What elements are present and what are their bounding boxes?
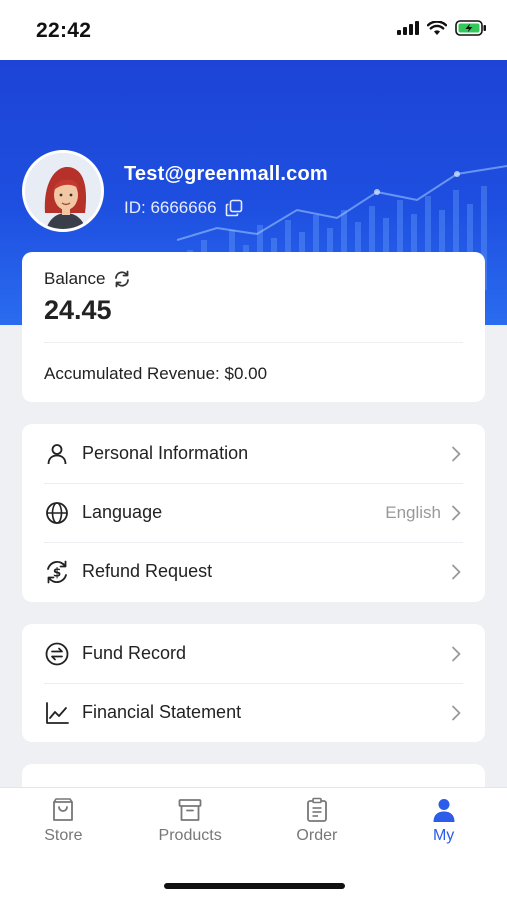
menu-label: Financial Statement [82, 702, 242, 722]
balance-value: 24.45 [44, 295, 112, 325]
menu-label: Fund Record [82, 643, 187, 663]
finance-menu: Fund Record Financial Statement [22, 624, 485, 742]
globe-icon [44, 500, 70, 526]
divider [44, 342, 463, 343]
exchange-icon [44, 641, 70, 667]
chevron-right-icon [449, 504, 463, 522]
accumulated-revenue: Accumulated Revenue: $0.00 [44, 364, 268, 383]
svg-text:$: $ [53, 565, 61, 579]
bottom-tab-bar: Store Products Order My [0, 787, 507, 853]
tab-my[interactable]: My [380, 788, 507, 853]
balance-label: Balance [44, 269, 106, 288]
menu-label: Personal Information [82, 443, 249, 463]
menu-item-financial-statement[interactable]: Financial Statement [22, 683, 485, 742]
wifi-icon [427, 20, 447, 35]
menu-label: Language [82, 502, 163, 522]
menu-item-personal-information[interactable]: Personal Information [22, 424, 485, 483]
refresh-icon[interactable] [113, 270, 131, 288]
balance-label-row: Balance [44, 269, 131, 289]
signal-icon [397, 21, 419, 35]
balance-card: Balance 24.45 Accumulated Revenue: $0.00 [22, 252, 485, 402]
menu-label: Refund Request [82, 561, 213, 581]
menu-item-language[interactable]: Language English [22, 483, 485, 542]
tab-label: Order [296, 827, 338, 844]
tab-label: My [432, 827, 455, 844]
chevron-right-icon [449, 704, 463, 722]
tab-products[interactable]: Products [127, 788, 254, 853]
home-indicator[interactable] [164, 883, 345, 889]
menu-item-refund-request[interactable]: $ Refund Request [22, 542, 485, 601]
person-icon [44, 441, 70, 467]
clipboard-icon [306, 797, 327, 822]
chevron-right-icon [449, 563, 463, 581]
battery-charging-icon [455, 20, 486, 36]
status-icons [397, 20, 487, 36]
box-icon [178, 799, 202, 821]
user-email: Test@greenmall.com [124, 163, 328, 185]
tab-order[interactable]: Order [254, 788, 381, 853]
store-icon [53, 798, 74, 821]
user-id-row: ID: 6666666 [124, 198, 243, 218]
status-time: 22:42 [36, 19, 92, 42]
tab-label: Store [44, 827, 83, 844]
chart-line-icon [44, 700, 70, 726]
tab-label: Products [158, 827, 222, 844]
status-bar: 22:42 [0, 0, 507, 60]
refund-icon: $ [44, 559, 70, 585]
copy-icon[interactable] [225, 199, 243, 217]
chevron-right-icon [449, 645, 463, 663]
avatar[interactable] [22, 150, 104, 232]
chevron-right-icon [449, 445, 463, 463]
account-menu: Personal Information Language English $ … [22, 424, 485, 602]
user-id: ID: 6666666 [124, 198, 217, 217]
user-icon [433, 799, 455, 822]
home-indicator-area [0, 853, 507, 900]
menu-item-fund-record[interactable]: Fund Record [22, 624, 485, 683]
tab-store[interactable]: Store [0, 788, 127, 853]
language-value: English [385, 502, 441, 522]
